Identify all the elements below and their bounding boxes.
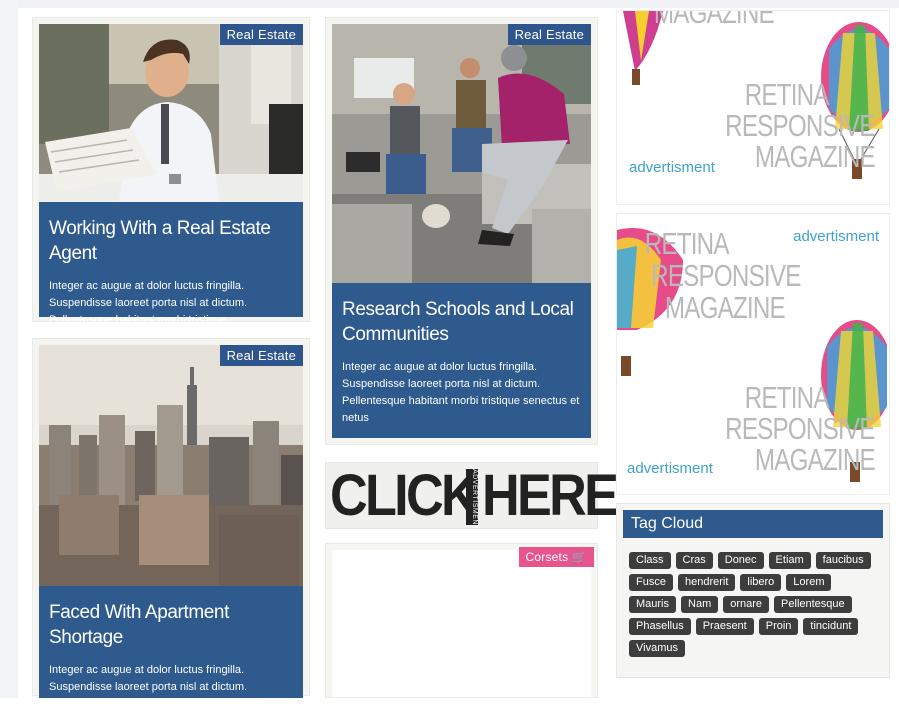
advertisement-vertical-label: ADVERTISMENT xyxy=(466,469,478,530)
tag-item[interactable]: Nam xyxy=(681,596,719,613)
post-excerpt: Integer ac augue at dolor luctus fringil… xyxy=(49,280,248,326)
ad-text-line: MAGAZINE xyxy=(664,290,786,325)
tag-item[interactable]: Vivamus xyxy=(629,640,685,657)
ad-text-line: RETINA xyxy=(745,77,830,112)
tag-item[interactable]: Cras xyxy=(675,552,713,569)
tag-cloud-widget: Tag Cloud Class Cras Donec Etiam faucibu… xyxy=(616,503,890,678)
post-card-apartment-shortage[interactable]: Real Estate Faced With Apartment Shortag… xyxy=(32,338,310,710)
left-rail xyxy=(0,0,18,698)
post-card-research-schools[interactable]: Real Estate Research Schools and Local C… xyxy=(325,17,598,445)
here-word: HERE xyxy=(482,463,619,528)
ad-text-line: RESPONSIVE xyxy=(651,258,802,293)
post-image[interactable]: Real Estate xyxy=(332,24,591,283)
students-photo xyxy=(332,24,591,283)
post-image-placeholder[interactable] xyxy=(332,550,591,697)
tag-item[interactable]: Lorem xyxy=(786,574,832,591)
city-skyline-photo xyxy=(39,345,303,586)
advertisement-link[interactable]: advertisment xyxy=(627,460,713,477)
advertisement-link[interactable]: advertisment xyxy=(629,159,715,176)
tag-item[interactable]: hendrerit xyxy=(677,574,736,591)
post-excerpt: Integer ac augue at dolor luctus fringil… xyxy=(342,361,580,424)
tag-item[interactable]: libero xyxy=(740,574,782,591)
category-badge[interactable]: Corsets 🛒 xyxy=(518,547,594,567)
post-card-real-estate-agent[interactable]: Real Estate Working With a Real Estate A… xyxy=(32,17,310,326)
post-summary: Research Schools and Local Communities I… xyxy=(332,283,591,438)
tag-item[interactable]: faucibus xyxy=(815,552,871,569)
tag-list: Class Cras Donec Etiam faucibus Fusce he… xyxy=(623,538,883,657)
tag-item[interactable]: Donec xyxy=(717,552,764,569)
post-card-corsets[interactable]: Corsets 🛒 xyxy=(325,543,598,698)
businessman-photo xyxy=(39,24,303,202)
post-title[interactable]: Faced With Apartment Shortage xyxy=(49,600,293,650)
ad-text-line: RETINA xyxy=(645,226,730,261)
category-badge[interactable]: Real Estate xyxy=(219,24,303,45)
click-here-banner[interactable]: CLICK ADVERTISMENT HERE xyxy=(325,462,619,530)
category-badge-label: Corsets xyxy=(525,550,569,564)
post-summary: Faced With Apartment Shortage Integer ac… xyxy=(39,586,303,710)
category-badge[interactable]: Real Estate xyxy=(219,345,303,366)
post-image[interactable]: Real Estate xyxy=(39,24,303,202)
tag-item[interactable]: tincidunt xyxy=(803,618,859,635)
category-badge[interactable]: Real Estate xyxy=(507,24,591,45)
ad-text-line: MAGAZINE xyxy=(754,442,876,477)
post-title[interactable]: Working With a Real Estate Agent xyxy=(49,216,293,266)
advertisement-link[interactable]: advertisment xyxy=(793,228,879,245)
post-summary: Working With a Real Estate Agent Integer… xyxy=(39,202,303,326)
tag-item[interactable]: Etiam xyxy=(768,552,811,569)
click-word: CLICK xyxy=(330,463,479,528)
tag-item[interactable]: Fusce xyxy=(629,574,673,591)
ad-text-line: RETINA xyxy=(745,380,830,415)
advertisement-box[interactable]: MAGAZINE RETINA RESPONSIVE MAGAZINE adve… xyxy=(616,10,890,205)
tag-item[interactable]: Proin xyxy=(758,618,799,635)
post-image[interactable]: Real Estate xyxy=(39,345,303,586)
tag-item[interactable]: Pellentesque xyxy=(774,596,852,613)
ad-text-line: MAGAZINE xyxy=(754,139,876,174)
ad-text-line: MAGAZINE xyxy=(653,10,775,30)
tag-item[interactable]: ornare xyxy=(723,596,770,613)
tag-item[interactable]: Praesent xyxy=(695,618,754,635)
tag-item[interactable]: Mauris xyxy=(629,596,677,613)
tag-item[interactable]: Class xyxy=(629,552,671,569)
post-title[interactable]: Research Schools and Local Communities xyxy=(342,297,581,347)
tag-item[interactable]: Phasellus xyxy=(629,618,691,635)
advertisement-box[interactable]: RETINA RESPONSIVE MAGAZINE advertisment … xyxy=(616,213,890,495)
ad-text-line: RESPONSIVE xyxy=(725,411,876,446)
cart-icon: 🛒 xyxy=(571,550,587,564)
post-excerpt: Integer ac augue at dolor luctus fringil… xyxy=(49,664,275,710)
top-border xyxy=(0,0,899,8)
tag-cloud-title: Tag Cloud xyxy=(623,510,883,538)
ad-text-line: RESPONSIVE xyxy=(725,108,876,143)
